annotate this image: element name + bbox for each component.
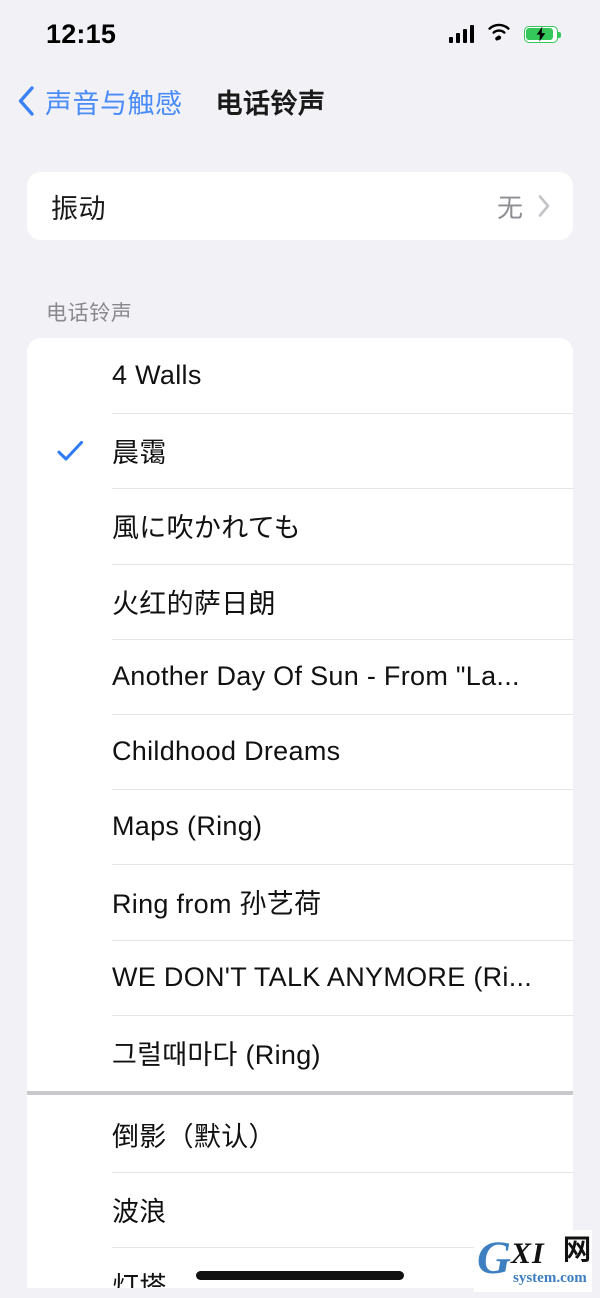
section-header-ringtones: 电话铃声 (46, 302, 133, 325)
ringtone-row[interactable]: 風に吹かれても (27, 488, 573, 563)
ringtone-label: Childhood Dreams (112, 736, 341, 767)
ringtone-row[interactable]: 倒影（默认） (27, 1097, 573, 1172)
ringtone-label: 晨霭 (112, 438, 167, 469)
ringtone-row[interactable]: Childhood Dreams (27, 713, 573, 789)
vibration-label: 振动 (51, 193, 106, 224)
ringtone-label: Another Day Of Sun - From "La... (112, 660, 520, 691)
watermark-g: G (477, 1232, 511, 1284)
navigation-bar: 声音与触感 电话铃声 (0, 70, 600, 132)
ringtone-row[interactable]: 그럴때마다 (Ring) (27, 1014, 573, 1090)
ringtone-label: Ring from 孙艺荷 (112, 889, 322, 920)
back-button[interactable]: 声音与触感 (17, 82, 183, 121)
ringtone-row[interactable]: 火红的萨日朗 (27, 563, 573, 639)
chevron-left-icon (17, 86, 36, 116)
page-title: 电话铃声 (215, 88, 326, 119)
chevron-right-icon (537, 194, 551, 218)
iphone-screen: 12:15 声音与触感 电话铃声 振动 无 电话铃声 4 Walls 晨霭 風に… (0, 0, 600, 1298)
vibration-row[interactable]: 振动 无 (27, 172, 573, 240)
ringtone-row[interactable]: 晨霭 (27, 413, 573, 488)
back-button-label: 声音与触感 (45, 88, 183, 119)
ringtone-label: Maps (Ring) (112, 811, 263, 842)
ringtone-label: 倒影（默认） (112, 1121, 276, 1152)
ringtone-label: WE DON'T TALK ANYMORE (Ri... (112, 961, 533, 992)
ringtone-label: 4 Walls (112, 360, 202, 391)
watermark-wang: 网 (563, 1235, 592, 1266)
ringtone-label: 波浪 (112, 1197, 167, 1228)
wifi-icon (487, 23, 511, 46)
ringtone-label: 火红的萨日朗 (112, 588, 276, 619)
battery-charging-icon (524, 25, 561, 43)
vibration-value-group: 无 (497, 188, 551, 225)
status-time: 12:15 (46, 18, 117, 49)
ringtone-row[interactable]: Another Day Of Sun - From "La... (27, 638, 573, 714)
ringtone-row[interactable]: WE DON'T TALK ANYMORE (Ri... (27, 939, 573, 1015)
status-indicators (448, 23, 561, 46)
watermark-subtitle: system.com (513, 1270, 587, 1286)
status-bar: 12:15 (0, 0, 600, 68)
ringtone-label: 그럴때마다 (Ring) (112, 1039, 321, 1070)
watermark: G XI 网 system.com (474, 1230, 592, 1292)
ringtone-row[interactable]: Ring from 孙艺荷 (27, 864, 573, 939)
ringtone-label: 灯塔 (112, 1272, 167, 1288)
home-indicator[interactable] (196, 1271, 404, 1280)
vibration-value: 无 (496, 192, 523, 223)
cellular-signal-icon (448, 25, 474, 43)
ringtone-list: 4 Walls 晨霭風に吹かれても 火红的萨日朗 Another Day Of Sun… (27, 338, 573, 1288)
section-divider (27, 1089, 573, 1097)
ringtone-label: 風に吹かれても (112, 513, 301, 544)
watermark-xi: XI (511, 1237, 545, 1270)
ringtone-row[interactable]: Maps (Ring) (27, 789, 573, 864)
ringtone-row[interactable]: 4 Walls (27, 338, 573, 413)
checkmark-icon (55, 436, 85, 466)
